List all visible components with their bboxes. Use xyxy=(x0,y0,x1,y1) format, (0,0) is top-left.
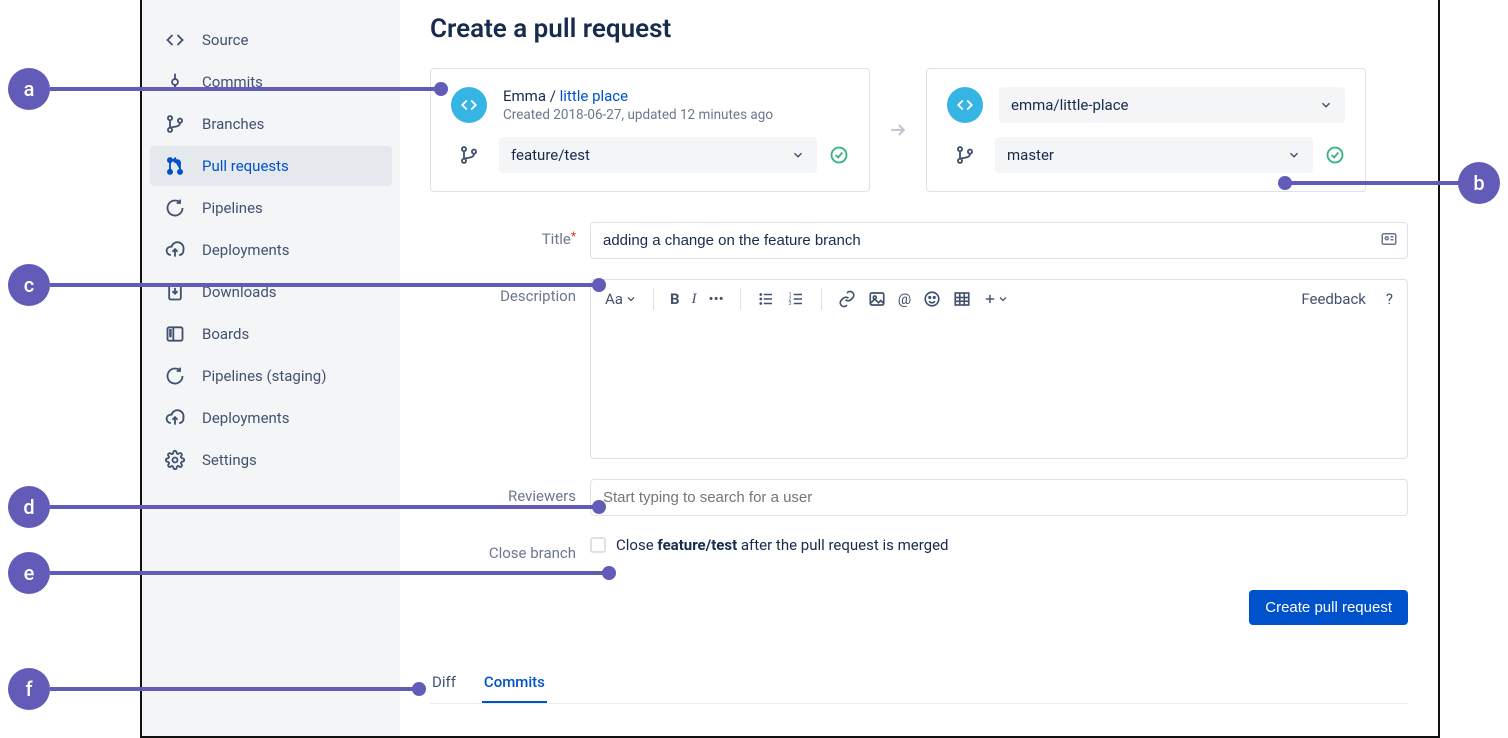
sidebar-item-label: Deployments xyxy=(202,409,289,427)
more-format-tool[interactable]: ••• xyxy=(709,290,724,308)
sidebar-item-commits[interactable]: Commits xyxy=(150,62,392,102)
sidebar-item-deployments[interactable]: Deployments xyxy=(150,230,392,270)
feedback-link[interactable]: Feedback xyxy=(1301,290,1366,308)
main-content: Create a pull request Emma / little plac… xyxy=(400,0,1438,736)
callout-f: f xyxy=(8,668,50,710)
link-tool[interactable] xyxy=(838,290,856,308)
sidebar-item-label: Branches xyxy=(202,115,264,133)
sidebar-item-pipelines-staging[interactable]: Pipelines (staging) xyxy=(150,356,392,396)
source-branch-select[interactable]: feature/test xyxy=(499,137,817,173)
check-icon xyxy=(1325,145,1345,165)
dest-repo-select[interactable]: emma/little-place xyxy=(999,87,1345,123)
branch-icon xyxy=(451,145,487,165)
callout-d: d xyxy=(8,486,50,528)
page-title: Create a pull request xyxy=(430,14,1408,44)
dest-branch-card: emma/little-place master xyxy=(926,68,1366,192)
sidebar-item-label: Pipelines xyxy=(202,199,263,217)
sidebar-item-label: Pipelines (staging) xyxy=(202,367,326,385)
dest-branch-select[interactable]: master xyxy=(995,137,1313,173)
callout-b: b xyxy=(1458,162,1500,204)
editor-toolbar: Aa B I ••• xyxy=(591,280,1407,318)
text-style-tool[interactable]: Aa xyxy=(605,290,637,308)
callout-a: a xyxy=(8,68,50,110)
help-icon[interactable]: ? xyxy=(1386,290,1393,308)
callout-c: c xyxy=(8,264,50,306)
branch-icon xyxy=(947,145,983,165)
source-repo-meta: Created 2018-06-27, updated 12 minutes a… xyxy=(503,107,773,123)
image-tool[interactable] xyxy=(868,290,886,308)
sidebar-item-branches[interactable]: Branches xyxy=(150,104,392,144)
sidebar-item-settings[interactable]: Settings xyxy=(150,440,392,480)
tab-commits[interactable]: Commits xyxy=(482,665,547,703)
card-icon[interactable] xyxy=(1380,230,1398,248)
title-input[interactable] xyxy=(590,222,1408,259)
editor-body[interactable] xyxy=(591,318,1407,458)
pipelines-icon xyxy=(162,366,188,386)
emoji-tool[interactable] xyxy=(923,290,941,308)
chevron-down-icon xyxy=(791,148,805,162)
cloud-up-icon xyxy=(162,408,188,428)
source-branch-card: Emma / little place Created 2018-06-27, … xyxy=(430,68,870,192)
check-icon xyxy=(829,145,849,165)
mention-tool[interactable]: @ xyxy=(898,290,911,308)
callout-e: e xyxy=(8,552,50,594)
repo-icon xyxy=(451,87,487,123)
sidebar-item-deployments-2[interactable]: Deployments xyxy=(150,398,392,438)
chevron-down-icon xyxy=(1287,148,1301,162)
close-branch-text: Close feature/test after the pull reques… xyxy=(616,536,949,554)
create-pr-button[interactable]: Create pull request xyxy=(1249,590,1408,625)
arrow-right-icon xyxy=(888,120,908,140)
number-list-tool[interactable]: 123 xyxy=(787,290,805,308)
bullet-list-tool[interactable] xyxy=(757,290,775,308)
code-icon xyxy=(162,30,188,50)
description-editor[interactable]: Aa B I ••• xyxy=(590,279,1408,459)
sidebar-item-pipelines[interactable]: Pipelines xyxy=(150,188,392,228)
sidebar-item-pull-requests[interactable]: Pull requests xyxy=(150,146,392,186)
source-repo-title: Emma / little place xyxy=(503,87,773,105)
sidebar-item-source[interactable]: Source xyxy=(150,20,392,60)
sidebar-item-label: Source xyxy=(202,31,248,49)
table-tool[interactable] xyxy=(953,290,971,308)
sidebar: Source Commits Branches Pull requests Pi… xyxy=(142,0,400,736)
tab-diff[interactable]: Diff xyxy=(430,665,458,703)
branch-selector-row: Emma / little place Created 2018-06-27, … xyxy=(430,68,1408,192)
pull-request-icon xyxy=(162,156,188,176)
chevron-down-icon xyxy=(1319,98,1333,112)
repo-link[interactable]: little place xyxy=(560,87,628,105)
sidebar-item-downloads[interactable]: Downloads xyxy=(150,272,392,312)
close-branch-checkbox[interactable] xyxy=(590,537,606,553)
reviewers-input[interactable] xyxy=(590,479,1408,516)
insert-more-tool[interactable] xyxy=(983,292,1009,306)
sidebar-item-label: Pull requests xyxy=(202,157,289,175)
title-label: Title* xyxy=(430,222,590,248)
svg-text:3: 3 xyxy=(788,301,791,307)
tabs: Diff Commits xyxy=(430,665,1408,704)
repo-icon xyxy=(947,87,983,123)
bold-tool[interactable]: B xyxy=(670,290,680,308)
reviewers-label: Reviewers xyxy=(430,479,590,505)
gear-icon xyxy=(162,450,188,470)
boards-icon xyxy=(162,324,188,344)
sidebar-item-label: Boards xyxy=(202,325,249,343)
branch-icon xyxy=(162,114,188,134)
italic-tool[interactable]: I xyxy=(692,291,697,308)
sidebar-item-label: Deployments xyxy=(202,241,289,259)
sidebar-item-boards[interactable]: Boards xyxy=(150,314,392,354)
close-branch-label: Close branch xyxy=(430,536,590,562)
cloud-up-icon xyxy=(162,240,188,260)
sidebar-item-label: Settings xyxy=(202,451,257,469)
pipelines-icon xyxy=(162,198,188,218)
